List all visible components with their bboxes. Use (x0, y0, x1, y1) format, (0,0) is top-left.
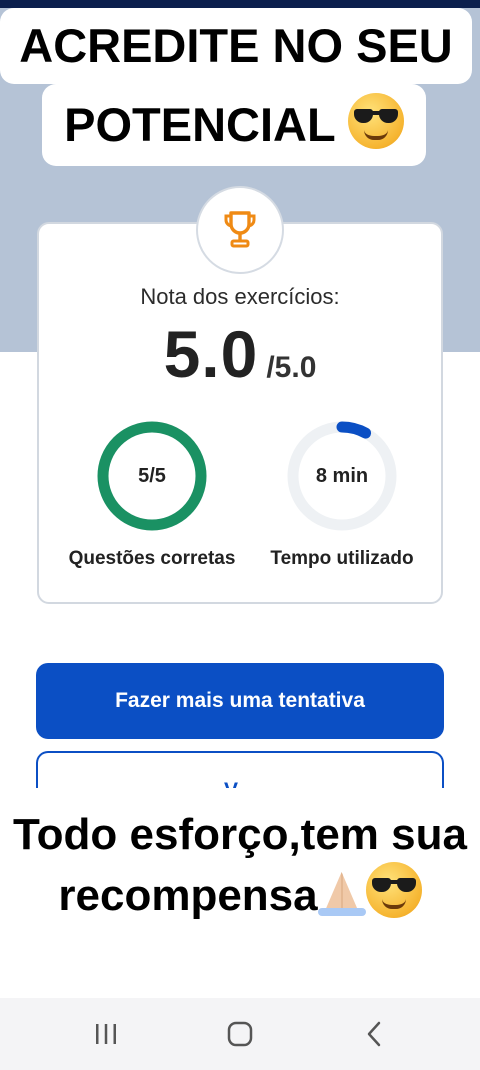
time-used-ring: 8 min (286, 420, 398, 532)
score-display: 5.0/5.0 (39, 316, 441, 392)
retry-button[interactable]: Fazer mais uma tentativa (36, 663, 444, 739)
score-value: 5.0 (163, 317, 259, 391)
trophy-icon (224, 211, 256, 248)
correct-answers-value: 5/5 (138, 465, 166, 487)
bottom-caption-line1: Todo esforço,tem sua (13, 810, 467, 859)
time-used-label: Tempo utilizado (270, 548, 414, 569)
home-icon[interactable] (220, 1016, 260, 1052)
correct-answers-ring: 5/5 (96, 420, 208, 532)
result-card: Nota dos exercícios: 5.0/5.0 5/5 Questõe… (37, 222, 443, 604)
folded-hands-emoji-icon (317, 868, 366, 916)
secondary-button[interactable]: V ~ (36, 751, 444, 791)
top-caption-line2: POTENCIAL (42, 84, 426, 166)
trophy-badge (196, 186, 284, 274)
score-max: /5.0 (266, 351, 317, 384)
status-strip (0, 0, 480, 8)
bottom-caption-line2: recompensa (8, 862, 472, 928)
correct-answers-stat: 5/5 Questões corretas (62, 420, 242, 570)
correct-answers-label: Questões corretas (68, 548, 236, 569)
recent-apps-icon[interactable] (86, 1016, 126, 1052)
system-navigation-bar (0, 998, 480, 1070)
top-caption-line1: ACREDITE NO SEU (0, 8, 472, 84)
sunglasses-emoji-icon (347, 93, 404, 149)
time-used-stat: 8 min Tempo utilizado (252, 420, 432, 570)
time-used-value: 8 min (315, 465, 369, 487)
sunglasses-emoji-icon (365, 862, 422, 918)
back-icon[interactable] (354, 1016, 394, 1052)
score-label: Nota dos exercícios: (140, 284, 340, 309)
